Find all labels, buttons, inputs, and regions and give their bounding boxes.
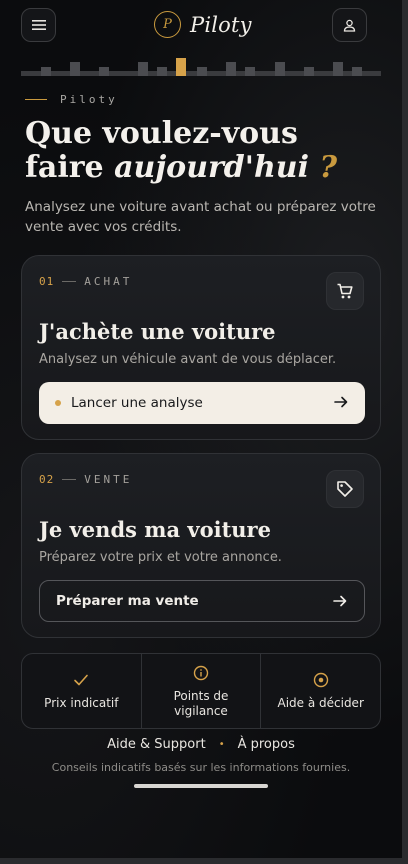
- page-subtitle: Analysez une voiture avant achat ou prép…: [25, 199, 376, 235]
- support-link[interactable]: Aide & Support: [107, 737, 206, 752]
- card-title: J'achète une voiture: [39, 319, 276, 344]
- strip-tick: [157, 67, 167, 76]
- page-title: Que voulez-vous faire aujourd'hui ?: [25, 117, 385, 185]
- title-emphasis: aujourd'hui: [114, 150, 309, 185]
- button-label: Lancer une analyse: [71, 395, 203, 411]
- arrow-right-icon: [333, 595, 347, 607]
- about-link[interactable]: À propos: [238, 737, 295, 752]
- user-icon: [343, 19, 356, 32]
- card-number: 01: [39, 275, 55, 288]
- title-line-2: faire: [25, 150, 115, 185]
- strip-tick: [245, 67, 255, 76]
- card-icon-box: [326, 272, 364, 310]
- strip-tick: [352, 67, 362, 76]
- card-tag: 02 VENTE: [39, 473, 132, 486]
- target-icon: [313, 672, 328, 687]
- strip-tick: [70, 62, 80, 76]
- card-title: Je vends ma voiture: [39, 517, 271, 542]
- eyebrow: Piloty: [25, 93, 118, 106]
- progress-strip: [21, 58, 381, 76]
- feature-item: Points de vigilance: [142, 654, 262, 728]
- feature-icon-wrap: [193, 665, 209, 681]
- brand-name: Piloty: [190, 12, 252, 37]
- feature-icon-wrap: [313, 672, 329, 688]
- strip-tick: [41, 67, 51, 76]
- feature-label: Aide à décider: [277, 695, 364, 710]
- info-icon: [193, 665, 209, 681]
- menu-button[interactable]: [21, 8, 56, 42]
- tag-icon: [337, 481, 353, 497]
- card-tag-dash: [62, 479, 77, 480]
- strip-tick: [99, 67, 109, 76]
- strip-tick: [275, 62, 285, 76]
- card-number: 02: [39, 473, 55, 486]
- feature-item: Prix indicatif: [22, 654, 142, 728]
- feature-item: Aide à décider: [261, 654, 380, 728]
- feature-icon-wrap: [73, 672, 89, 688]
- strip-tick-active: [176, 58, 186, 76]
- feature-list: Prix indicatif Points de vigilance Aide …: [21, 653, 381, 729]
- menu-icon: [31, 20, 46, 30]
- disclaimer: Conseils indicatifs basés sur les inform…: [51, 761, 351, 774]
- accent-dot: [55, 400, 61, 406]
- strip-tick: [197, 67, 207, 76]
- home-indicator: [134, 784, 268, 788]
- card-tag: 01 ACHAT: [39, 275, 132, 288]
- frame-edge: [402, 0, 408, 864]
- eyebrow-text: Piloty: [60, 93, 118, 106]
- strip-tick: [304, 67, 314, 76]
- title-question-mark: ?: [309, 150, 338, 185]
- footer-separator: •: [218, 739, 225, 750]
- card-description: Préparez votre prix et votre annonce.: [39, 550, 282, 565]
- check-icon: [74, 674, 89, 685]
- eyebrow-line: [25, 99, 47, 100]
- card-category: VENTE: [84, 473, 133, 486]
- footer-links: Aide & Support • À propos: [0, 737, 402, 752]
- prepare-sale-button[interactable]: Préparer ma vente: [39, 580, 365, 622]
- strip-tick: [226, 62, 236, 76]
- frame-bottom: [0, 858, 408, 864]
- brand-logo[interactable]: P Piloty: [154, 11, 252, 38]
- app-header: P Piloty: [21, 8, 367, 42]
- button-label: Préparer ma vente: [56, 593, 199, 609]
- sell-card[interactable]: 02 VENTE Je vends ma voiture Préparez vo…: [21, 453, 381, 638]
- buy-card[interactable]: 01 ACHAT J'achète une voiture Analysez u…: [21, 255, 381, 440]
- card-description: Analysez un véhicule avant de vous dépla…: [39, 352, 337, 367]
- start-analysis-button[interactable]: Lancer une analyse: [39, 382, 365, 424]
- card-icon-box: [326, 470, 364, 508]
- card-category: ACHAT: [84, 275, 133, 288]
- cart-icon: [337, 283, 353, 299]
- logo-mark: P: [154, 11, 181, 38]
- profile-button[interactable]: [332, 8, 367, 42]
- feature-label: Points de vigilance: [173, 689, 229, 718]
- title-line-1: Que voulez-vous: [25, 116, 298, 151]
- strip-tick: [333, 62, 343, 76]
- card-tag-dash: [62, 281, 77, 282]
- arrow-right-icon: [334, 396, 348, 408]
- strip-tick: [138, 62, 148, 76]
- feature-label: Prix indicatif: [44, 695, 119, 710]
